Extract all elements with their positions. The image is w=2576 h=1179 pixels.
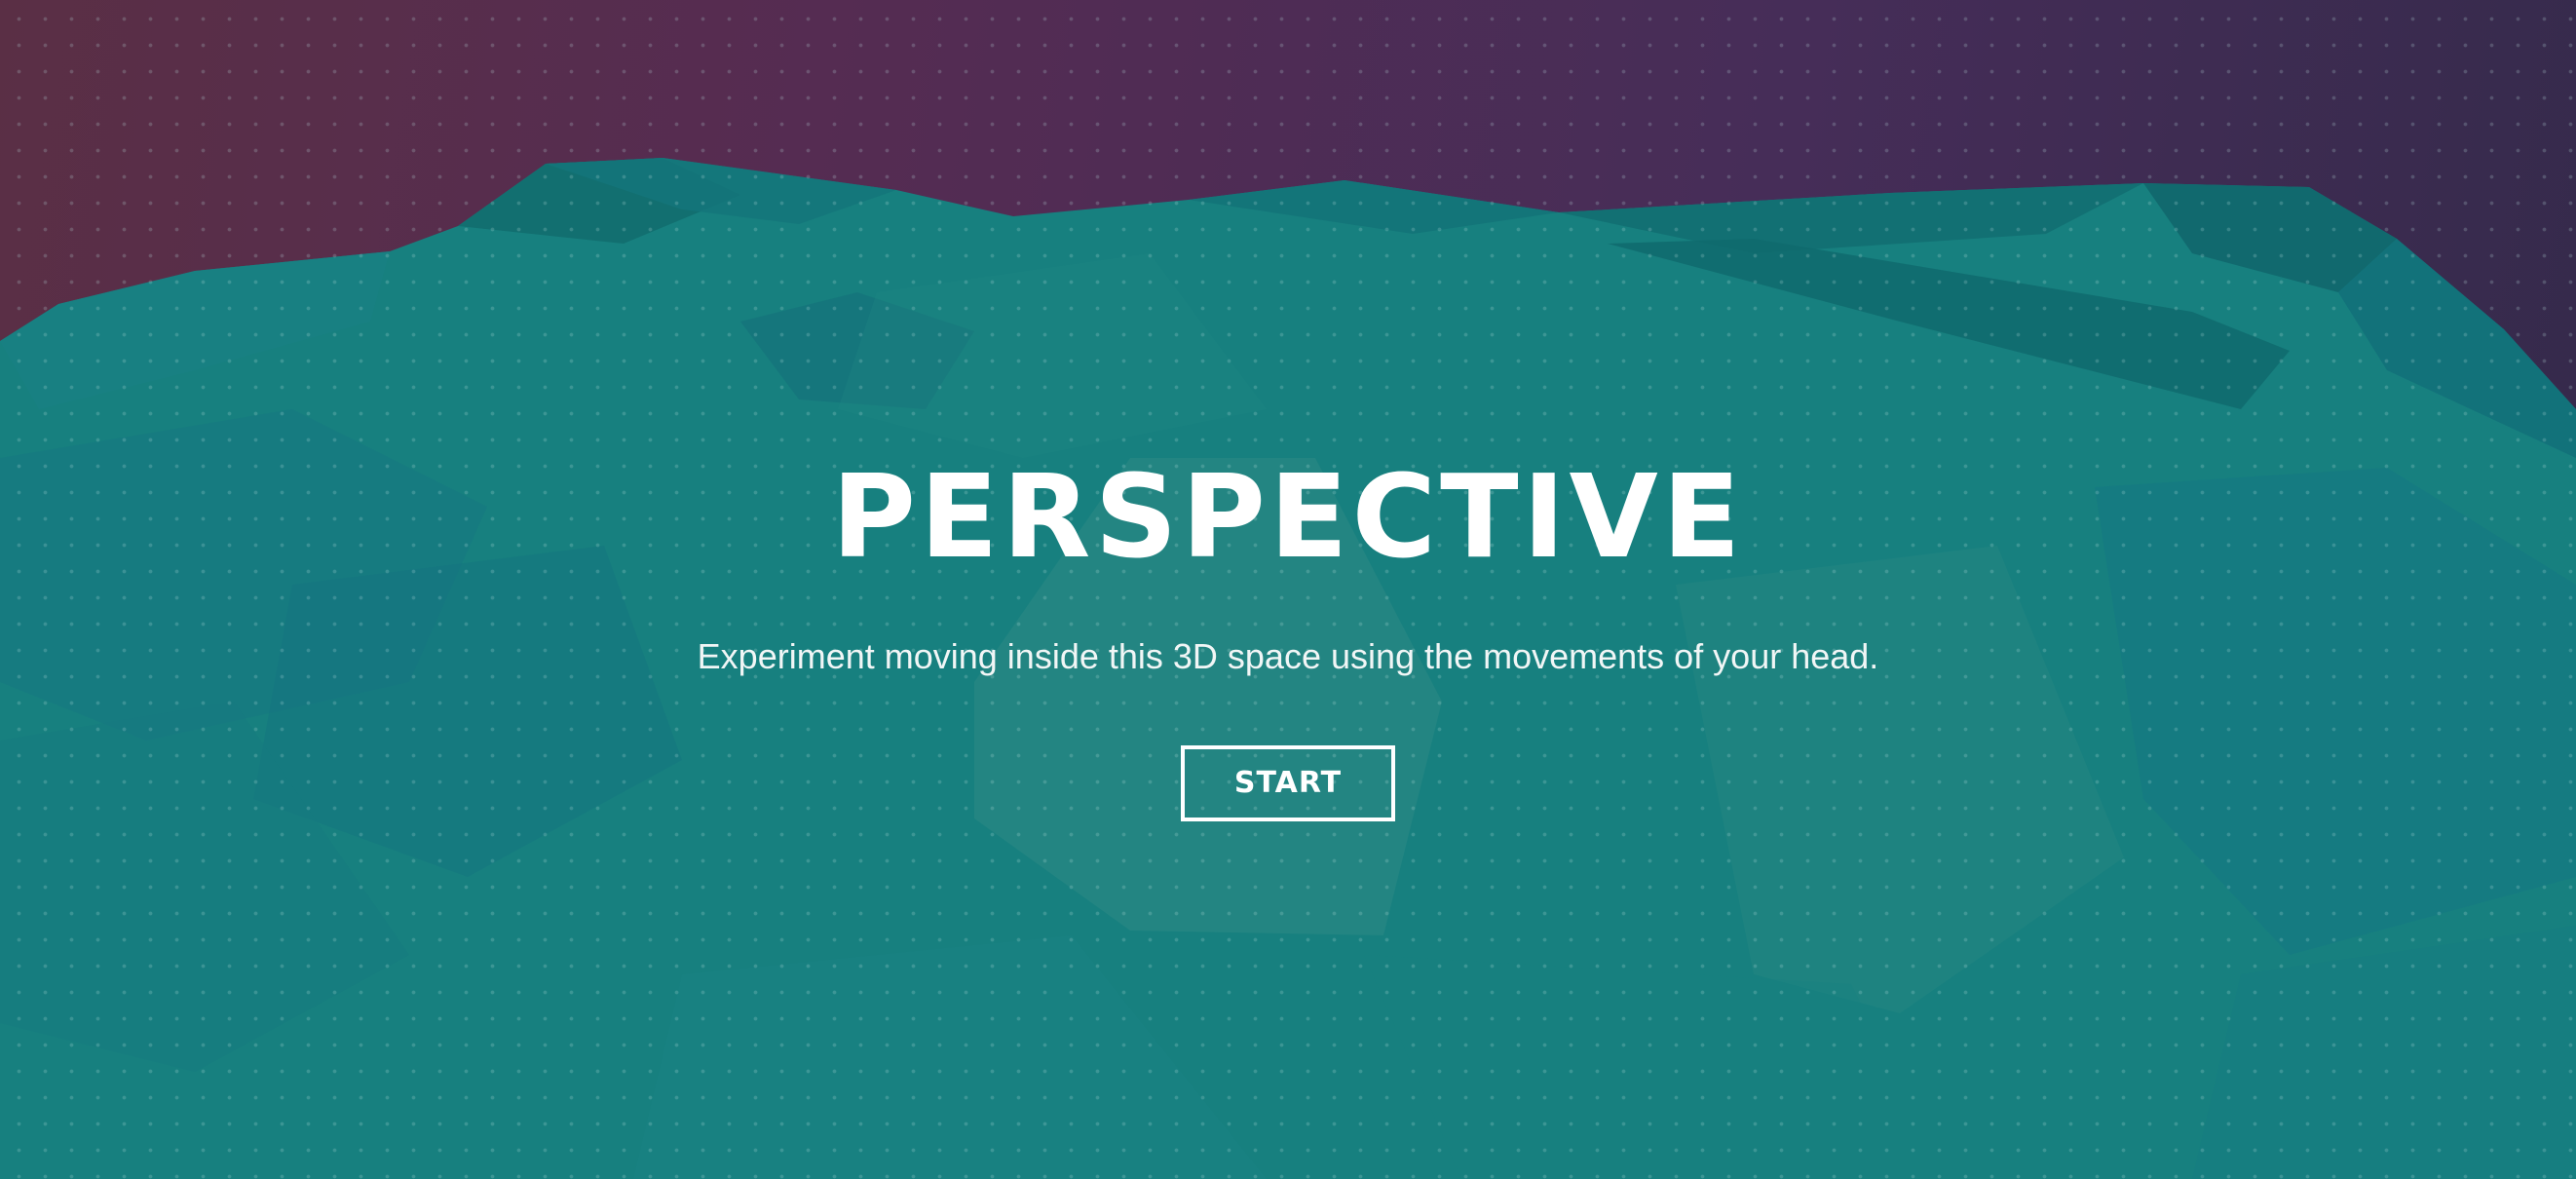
start-button[interactable]: START bbox=[1181, 745, 1395, 821]
hero-description: Experiment moving inside this 3D space u… bbox=[697, 636, 1879, 676]
scene-canvas[interactable]: PERSPECTIVE Experiment moving inside thi… bbox=[0, 0, 2576, 1179]
hero-section: PERSPECTIVE Experiment moving inside thi… bbox=[0, 443, 2576, 821]
page-title: PERSPECTIVE bbox=[831, 449, 1745, 584]
